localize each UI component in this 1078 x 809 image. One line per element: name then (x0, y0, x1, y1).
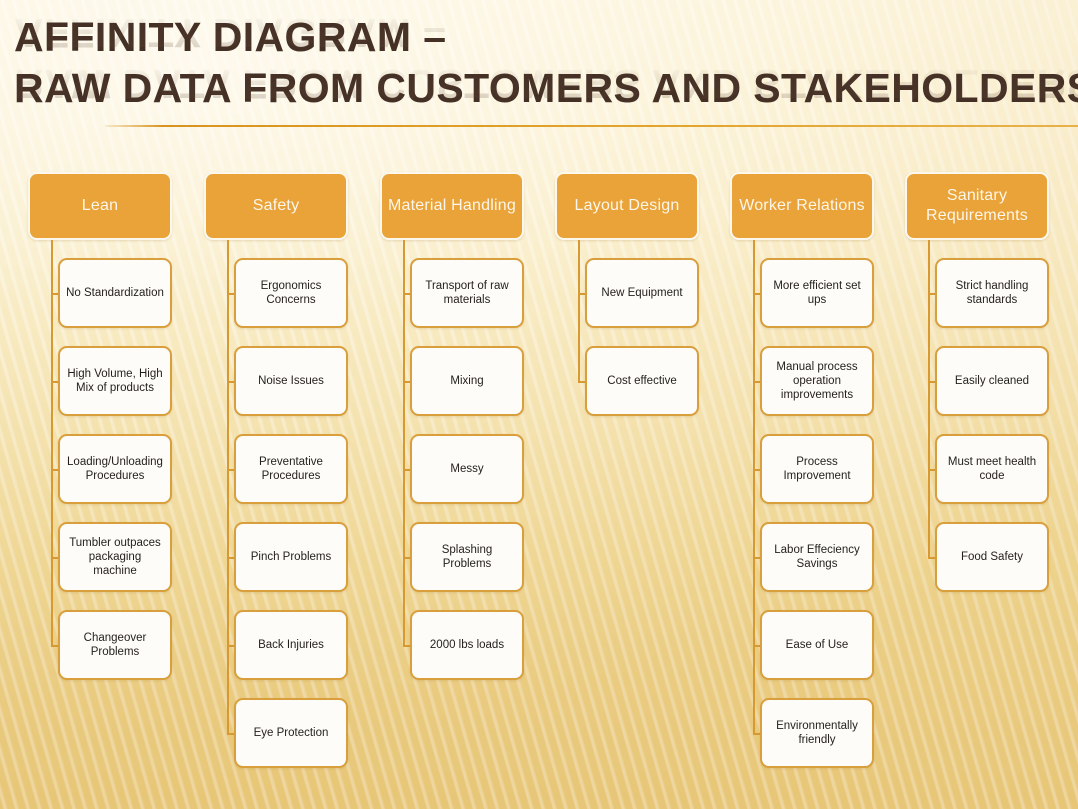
idea-card-label: Ergonomics Concerns (260, 280, 322, 306)
slide-title-block: Affinity Diagram – Affinity Diagram – Ra… (14, 10, 1078, 114)
idea-card[interactable]: Messy (410, 434, 524, 504)
idea-card-label: 2000 lbs loads (429, 639, 505, 651)
idea-card[interactable]: Labor Effeciency Savings (760, 522, 874, 592)
category-header-label: Layout Design (574, 197, 680, 214)
page-title-line-2: Raw Data from Customers and Stakeholders (14, 65, 1078, 111)
idea-card[interactable]: No Standardization (58, 258, 172, 328)
idea-card-label: Process Improvement (783, 456, 851, 482)
idea-card-label: New Equipment (601, 287, 683, 299)
title-divider-rule (105, 125, 1078, 127)
category-header-label: Safety (252, 197, 300, 214)
idea-card[interactable]: Mixing (410, 346, 524, 416)
affinity-diagram: Lean No Standardization High Volume, High … (0, 0, 1078, 809)
idea-card-label: Preventative Procedures (259, 456, 323, 482)
connector-trunk-layout-design (578, 240, 580, 381)
idea-card[interactable]: Changeover Problems (58, 610, 172, 680)
category-header-material-handling[interactable]: Material Handling (380, 172, 524, 240)
category-header-layout-design[interactable]: Layout Design (555, 172, 699, 240)
idea-card-label: No Standardization (66, 287, 164, 299)
idea-card[interactable]: New Equipment (585, 258, 699, 328)
idea-card[interactable]: High Volume, High Mix of products (58, 346, 172, 416)
idea-card[interactable]: Splashing Problems (410, 522, 524, 592)
idea-card[interactable]: Ergonomics Concerns (234, 258, 348, 328)
idea-card-label: Pinch Problems (250, 551, 332, 563)
idea-card-label: Manual process operation improvements (776, 361, 858, 401)
idea-card[interactable]: Manual process operation improvements (760, 346, 874, 416)
connector-trunk-lean (51, 240, 53, 645)
idea-card-label: Messy (450, 463, 484, 475)
idea-card-label: Food Safety (960, 551, 1023, 563)
idea-card[interactable]: Preventative Procedures (234, 434, 348, 504)
idea-card[interactable]: Eye Protection (234, 698, 348, 768)
connector-trunk-safety (227, 240, 229, 733)
category-header-label: Sanitary Requirements (925, 187, 1028, 224)
idea-card[interactable]: More efficient set ups (760, 258, 874, 328)
slide-canvas: Affinity Diagram – Affinity Diagram – Ra… (0, 0, 1078, 809)
title-line-2-wrap: Raw Data from Customers and Stakeholders… (14, 61, 1078, 114)
idea-card-label: Labor Effeciency Savings (774, 544, 860, 570)
idea-card-label: Ease of Use (785, 639, 849, 651)
idea-card-label: Tumbler outpaces packaging machine (69, 537, 161, 577)
category-header-lean[interactable]: Lean (28, 172, 172, 240)
idea-card-label: Eye Protection (253, 727, 329, 739)
category-header-label: Worker Relations (739, 197, 865, 214)
connector-trunk-material-handling (403, 240, 405, 645)
idea-card[interactable]: Strict handling standards (935, 258, 1049, 328)
category-header-label: Material Handling (388, 197, 516, 214)
category-header-safety[interactable]: Safety (204, 172, 348, 240)
idea-card[interactable]: Food Safety (935, 522, 1049, 592)
connector-trunk-worker-relations (753, 240, 755, 733)
idea-card-label: Back Injuries (258, 639, 324, 651)
idea-card[interactable]: Transport of raw materials (410, 258, 524, 328)
category-header-label: Lean (81, 197, 119, 214)
title-line-1-wrap: Affinity Diagram – Affinity Diagram – (14, 10, 1064, 63)
idea-card[interactable]: Ease of Use (760, 610, 874, 680)
idea-card-label: Splashing Problems (441, 544, 493, 570)
idea-card[interactable]: Process Improvement (760, 434, 874, 504)
idea-card-label: Cost effective (607, 375, 677, 387)
idea-card[interactable]: Back Injuries (234, 610, 348, 680)
idea-card-label: Noise Issues (258, 375, 324, 387)
idea-card[interactable]: 2000 lbs loads (410, 610, 524, 680)
idea-card-label: Changeover Problems (83, 632, 147, 658)
idea-card[interactable]: Cost effective (585, 346, 699, 416)
idea-card-label: Environmentally friendly (776, 720, 858, 746)
idea-card[interactable]: Must meet health code (935, 434, 1049, 504)
idea-card[interactable]: Noise Issues (234, 346, 348, 416)
idea-card[interactable]: Tumbler outpaces packaging machine (58, 522, 172, 592)
page-title-line-1: Affinity Diagram – (14, 14, 447, 60)
idea-card[interactable]: Easily cleaned (935, 346, 1049, 416)
connector-trunk-sanitary-requirements (928, 240, 930, 557)
idea-card-label: Must meet health code (947, 456, 1037, 482)
idea-card-label: Mixing (450, 375, 484, 387)
idea-card-label: Loading/Unloading Procedures (67, 456, 163, 482)
idea-card[interactable]: Loading/Unloading Procedures (58, 434, 172, 504)
idea-card[interactable]: Pinch Problems (234, 522, 348, 592)
idea-card-label: More efficient set ups (773, 280, 861, 306)
idea-card[interactable]: Environmentally friendly (760, 698, 874, 768)
idea-card-label: High Volume, High Mix of products (67, 368, 163, 394)
category-header-sanitary-requirements[interactable]: Sanitary Requirements (905, 172, 1049, 240)
idea-card-label: Transport of raw materials (425, 280, 509, 306)
idea-card-label: Easily cleaned (954, 375, 1030, 387)
category-header-worker-relations[interactable]: Worker Relations (730, 172, 874, 240)
idea-card-label: Strict handling standards (955, 280, 1029, 306)
